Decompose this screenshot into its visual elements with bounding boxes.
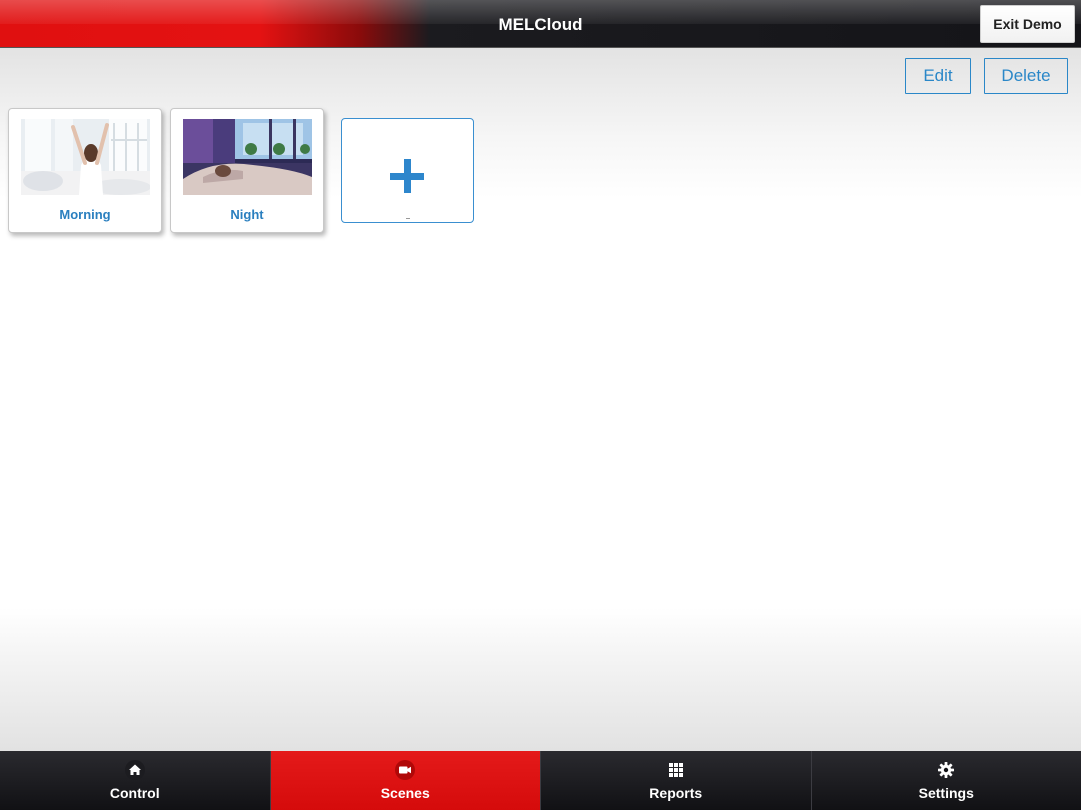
morning-scene-image xyxy=(21,119,150,195)
video-camera-icon xyxy=(395,760,416,780)
tab-label: Scenes xyxy=(380,785,430,801)
scenes-panel: Edit Delete Morning Night xyxy=(0,48,1081,751)
scene-card-morning[interactable]: Morning xyxy=(8,108,162,233)
app-header: MELCloud Exit Demo xyxy=(0,0,1081,48)
tab-control[interactable]: Control xyxy=(0,751,271,810)
grid-icon xyxy=(666,760,686,780)
edit-button[interactable]: Edit xyxy=(905,58,971,94)
plus-icon xyxy=(390,159,426,195)
tab-label: Control xyxy=(109,785,160,801)
add-scene-indicator xyxy=(406,218,410,219)
exit-demo-button[interactable]: Exit Demo xyxy=(980,5,1075,43)
tab-label: Reports xyxy=(649,785,703,801)
bottom-tab-bar: Control Scenes Reports Settings xyxy=(0,751,1081,810)
scene-card-night[interactable]: Night xyxy=(170,108,324,233)
tab-reports[interactable]: Reports xyxy=(541,751,812,810)
tab-label: Settings xyxy=(918,785,974,801)
home-icon xyxy=(124,760,145,780)
delete-button[interactable]: Delete xyxy=(984,58,1068,94)
night-scene-image xyxy=(183,119,312,195)
scene-label: Night xyxy=(230,207,264,222)
gear-icon xyxy=(936,760,956,780)
add-scene-button[interactable] xyxy=(341,118,474,223)
tab-scenes[interactable]: Scenes xyxy=(270,751,541,810)
app-title: MELCloud xyxy=(498,15,583,34)
scene-label: Morning xyxy=(59,207,111,222)
tab-settings[interactable]: Settings xyxy=(812,751,1081,810)
